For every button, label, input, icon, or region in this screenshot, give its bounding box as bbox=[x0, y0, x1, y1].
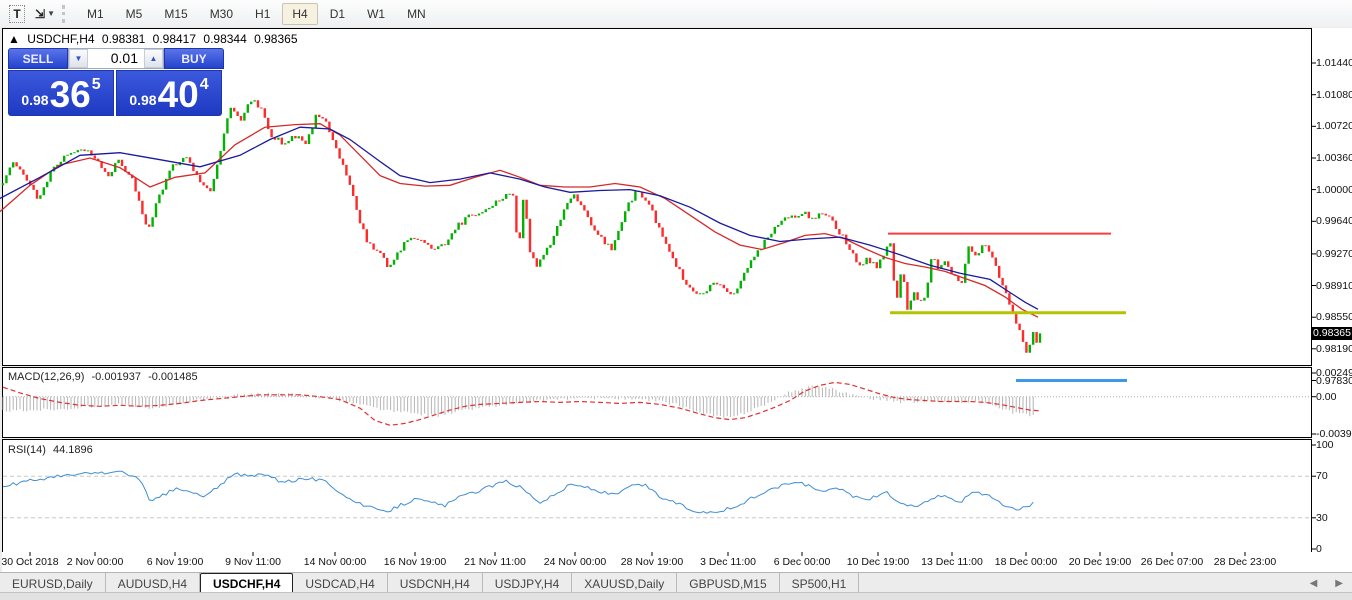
date-axis-label: 9 Nov 11:00 bbox=[225, 556, 281, 568]
date-axis-label: 24 Nov 00:00 bbox=[544, 556, 606, 568]
price-axis-label: 1.01080 bbox=[1316, 89, 1352, 101]
sell-price-box[interactable]: 0.98 36 5 bbox=[8, 70, 114, 116]
mt4-terminal-window: { "toolbar": { "text_tool_label": "T", "… bbox=[0, 0, 1352, 600]
chart-tab-bar: EURUSD,DailyAUDUSD,H4USDCHF,H4USDCAD,H4U… bbox=[0, 572, 1352, 593]
chart-tab-xauusd-daily[interactable]: XAUUSD,Daily bbox=[572, 573, 677, 593]
date-axis-label: 6 Nov 19:00 bbox=[147, 556, 204, 568]
chart-tab-usdchf-h4[interactable]: USDCHF,H4 bbox=[200, 573, 293, 593]
ohlc-close: 0.98365 bbox=[254, 32, 297, 46]
chart-tab-sp500-h1[interactable]: SP500,H1 bbox=[780, 573, 860, 593]
volume-input[interactable]: 0.01 bbox=[88, 49, 144, 68]
date-axis-label: 13 Dec 11:00 bbox=[921, 556, 983, 568]
buy-price-sup: 4 bbox=[200, 76, 209, 94]
rsi-label-row: RSI(14) 44.1896 bbox=[8, 444, 97, 456]
buy-price-small: 0.98 bbox=[129, 92, 156, 108]
volume-stepper: ▼ 0.01 ▲ bbox=[68, 48, 164, 69]
chart-tab-usdcad-h4[interactable]: USDCAD,H4 bbox=[293, 573, 387, 593]
rsi-axis-label: 0 bbox=[1316, 543, 1322, 555]
timeframe-button-m30[interactable]: M30 bbox=[200, 3, 243, 25]
price-axis-label: 0.98190 bbox=[1316, 343, 1352, 355]
text-tool-icon[interactable]: T bbox=[6, 4, 28, 24]
price-axis-label: 0.99640 bbox=[1316, 215, 1352, 227]
sell-price-small: 0.98 bbox=[21, 92, 48, 108]
macd-label-row: MACD(12,26,9) -0.001937 -0.001485 bbox=[8, 371, 202, 383]
chart-tab-usdcnh-h4[interactable]: USDCNH,H4 bbox=[388, 573, 483, 593]
ohlc-low: 0.98344 bbox=[203, 32, 246, 46]
date-axis-label: 16 Nov 19:00 bbox=[384, 556, 446, 568]
rsi-axis-label: 100 bbox=[1316, 439, 1334, 451]
timeframe-button-m5[interactable]: M5 bbox=[116, 3, 153, 25]
timeframe-button-d1[interactable]: D1 bbox=[320, 3, 355, 25]
timeframe-button-m15[interactable]: M15 bbox=[154, 3, 197, 25]
tabs-holder: EURUSD,DailyAUDUSD,H4USDCHF,H4USDCAD,H4U… bbox=[0, 573, 859, 593]
macd-label: MACD(12,26,9) bbox=[8, 371, 84, 383]
chart-tab-gbpusd-m15[interactable]: GBPUSD,M15 bbox=[677, 573, 779, 593]
chart-area: ▲ USDCHF,H4 0.98381 0.98417 0.98344 0.98… bbox=[0, 27, 1352, 572]
toolbar-separator bbox=[62, 5, 70, 23]
sell-button[interactable]: SELL bbox=[8, 48, 68, 69]
rsi-value: 44.1896 bbox=[53, 444, 93, 456]
chart-tab-audusd-h4[interactable]: AUDUSD,H4 bbox=[106, 573, 200, 593]
date-axis-label: 20 Dec 19:00 bbox=[1069, 556, 1131, 568]
timeframe-button-mn[interactable]: MN bbox=[397, 3, 436, 25]
volume-decrease-icon[interactable]: ▼ bbox=[69, 49, 88, 68]
tab-scroll-arrows: ◀ ▶ bbox=[1301, 573, 1352, 593]
price-axis-label: 1.00720 bbox=[1316, 120, 1352, 132]
chart-tab-eurusd-daily[interactable]: EURUSD,Daily bbox=[0, 573, 106, 593]
rsi-label: RSI(14) bbox=[8, 444, 46, 456]
timeframe-button-m1[interactable]: M1 bbox=[77, 3, 114, 25]
price-axis-label: 1.01440 bbox=[1316, 57, 1352, 69]
sell-price-big: 36 bbox=[50, 75, 91, 115]
date-axis-label: 10 Dec 19:00 bbox=[847, 556, 909, 568]
date-axis-label: 28 Dec 23:00 bbox=[1214, 556, 1276, 568]
date-axis-label: 6 Dec 00:00 bbox=[774, 556, 831, 568]
rsi-axis-label: 30 bbox=[1316, 512, 1328, 524]
price-axis-label: 0.98910 bbox=[1316, 280, 1352, 292]
status-bar bbox=[0, 592, 1352, 600]
one-click-trading-panel: SELL ▼ 0.01 ▲ BUY 0.98 36 5 0.98 40 4 bbox=[8, 48, 224, 116]
rsi-axis-label: 70 bbox=[1316, 470, 1328, 482]
date-axis-label: 2 Nov 00:00 bbox=[67, 556, 124, 568]
chart-ohlc-header: ▲ USDCHF,H4 0.98381 0.98417 0.98344 0.98… bbox=[8, 32, 302, 46]
buy-price-big: 40 bbox=[158, 75, 199, 115]
current-price-tag: 0.98365 bbox=[1312, 327, 1352, 340]
date-axis-label: 18 Dec 00:00 bbox=[995, 556, 1057, 568]
date-axis-label: 14 Nov 00:00 bbox=[304, 556, 366, 568]
volume-increase-icon[interactable]: ▲ bbox=[144, 49, 163, 68]
buy-button[interactable]: BUY bbox=[164, 48, 224, 69]
chart-symbol-period: USDCHF,H4 bbox=[27, 32, 94, 46]
price-axis-label: 0.99270 bbox=[1316, 248, 1352, 260]
price-axis-label: 0.98550 bbox=[1316, 311, 1352, 323]
ohlc-open: 0.98381 bbox=[102, 32, 145, 46]
timeframe-button-w1[interactable]: W1 bbox=[357, 3, 395, 25]
date-axis-label: 28 Nov 19:00 bbox=[621, 556, 683, 568]
date-axis-label: 21 Nov 11:00 bbox=[464, 556, 526, 568]
top-toolbar: T ⇲ ▼ M1M5M15M30H1H4D1W1MN bbox=[0, 0, 1352, 28]
price-scale-column[interactable] bbox=[1312, 28, 1352, 579]
date-axis-label: 30 Oct 2018 bbox=[1, 556, 58, 568]
tab-scroll-left-icon[interactable]: ◀ bbox=[1301, 578, 1327, 589]
timeframe-group: M1M5M15M30H1H4D1W1MN bbox=[76, 3, 437, 25]
macd-value-main: -0.001937 bbox=[91, 371, 141, 383]
macd-axis-label: 0.002492 bbox=[1316, 367, 1352, 379]
macd-value-signal: -0.001485 bbox=[148, 371, 198, 383]
chevron-down-icon: ▼ bbox=[47, 9, 55, 18]
sell-price-sup: 5 bbox=[92, 76, 101, 94]
date-axis-label: 3 Dec 11:00 bbox=[700, 556, 756, 568]
timeframe-button-h4[interactable]: H4 bbox=[282, 3, 317, 25]
price-axis-label: 1.00360 bbox=[1316, 152, 1352, 164]
price-axis-label: 1.00000 bbox=[1316, 184, 1352, 196]
collapse-triangle-icon[interactable]: ▲ bbox=[8, 32, 20, 46]
arrows-tool-icon[interactable]: ⇲ ▼ bbox=[34, 4, 56, 24]
tab-scroll-right-icon[interactable]: ▶ bbox=[1326, 578, 1352, 589]
buy-price-box[interactable]: 0.98 40 4 bbox=[116, 70, 222, 116]
ohlc-high: 0.98417 bbox=[153, 32, 196, 46]
chart-tab-usdjpy-h4[interactable]: USDJPY,H4 bbox=[483, 573, 572, 593]
date-axis-label: 26 Dec 07:00 bbox=[1141, 556, 1203, 568]
timeframe-button-h1[interactable]: H1 bbox=[245, 3, 280, 25]
macd-axis-label: 0.00 bbox=[1316, 391, 1336, 403]
